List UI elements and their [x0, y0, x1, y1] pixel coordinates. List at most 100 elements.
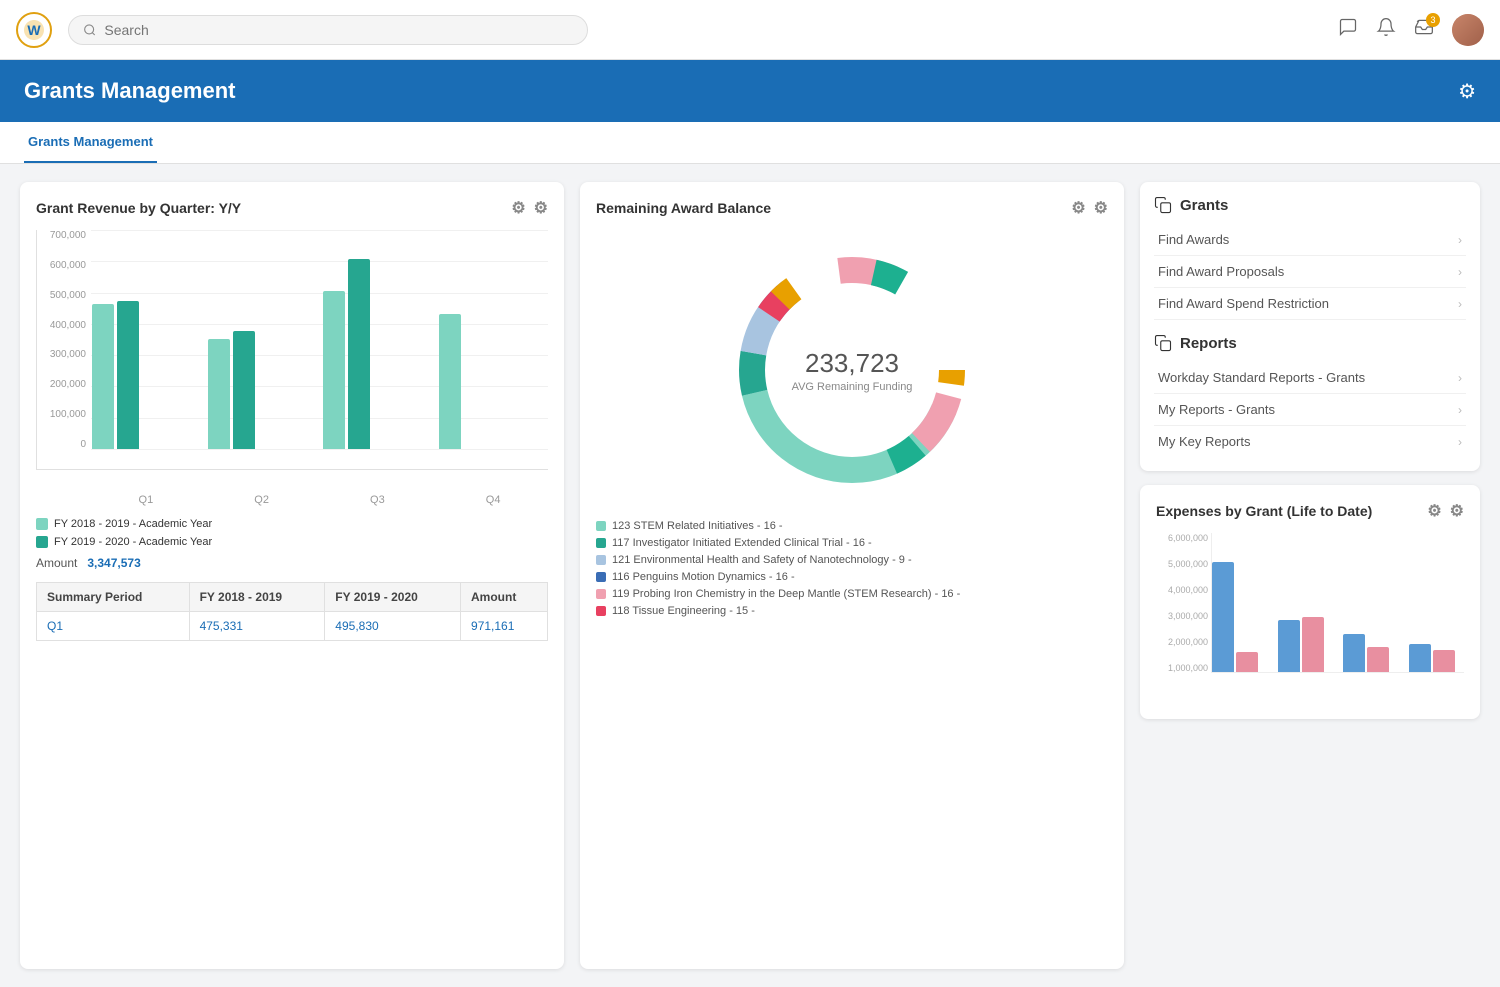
- th-fy2019: FY 2019 - 2020: [325, 583, 461, 612]
- expenses-chart: 6,000,000 5,000,000 4,000,000 3,000,000 …: [1156, 533, 1464, 703]
- right-panel: Grants Find Awards › Find Award Proposal…: [1140, 182, 1480, 969]
- nav-item-my-reports[interactable]: My Reports - Grants ›: [1154, 394, 1466, 426]
- nav-item-find-award-proposals[interactable]: Find Award Proposals ›: [1154, 256, 1466, 288]
- expenses-icons: ⚙ ⚙: [1427, 501, 1464, 521]
- x-axis-labels: Q1 Q2 Q3 Q4: [36, 494, 548, 506]
- bar-q1-dark: [117, 301, 139, 449]
- bar-chart-legend: FY 2018 - 2019 - Academic Year FY 2019 -…: [36, 518, 548, 548]
- exp-bar-2-blue: [1278, 620, 1300, 672]
- chevron-icon: ›: [1458, 233, 1462, 247]
- chevron-icon: ›: [1458, 297, 1462, 311]
- inbox-badge: 3: [1426, 13, 1440, 27]
- fy2019-q1[interactable]: 495,830: [325, 612, 461, 641]
- amount-row: Amount 3,347,573: [36, 556, 548, 570]
- donut-chart: 233,723 AVG Remaining Funding: [712, 230, 992, 510]
- expenses-title: Expenses by Grant (Life to Date): [1156, 503, 1372, 519]
- nav-item-my-key-reports[interactable]: My Key Reports ›: [1154, 426, 1466, 457]
- fy2018-q1[interactable]: 475,331: [189, 612, 325, 641]
- donut-dot-1: [596, 521, 606, 531]
- donut-legend-item-3: 121 Environmental Health and Safety of N…: [596, 554, 1108, 566]
- search-icon: [83, 23, 96, 37]
- legend-dot-2: [36, 536, 48, 548]
- legend-item-2: FY 2019 - 2020 - Academic Year: [36, 536, 548, 548]
- main-content: Grant Revenue by Quarter: Y/Y ⚙ ⚙ 700,00…: [0, 164, 1500, 987]
- donut-legend-item-6: 118 Tissue Engineering - 15 -: [596, 605, 1108, 617]
- summary-table: Summary Period FY 2018 - 2019 FY 2019 - …: [36, 582, 548, 641]
- legend-label-2: FY 2019 - 2020 - Academic Year: [54, 536, 212, 548]
- exp-bar-3-blue: [1343, 634, 1365, 672]
- chevron-icon: ›: [1458, 371, 1462, 385]
- exp-bar-group-4: [1409, 644, 1465, 672]
- chevron-icon: ›: [1458, 403, 1462, 417]
- search-input[interactable]: [104, 22, 573, 38]
- legend-item-1: FY 2018 - 2019 - Academic Year: [36, 518, 548, 530]
- exp-y-labels: 6,000,000 5,000,000 4,000,000 3,000,000 …: [1156, 533, 1208, 673]
- avatar[interactable]: [1452, 14, 1484, 46]
- donut-legend: 123 STEM Related Initiatives - 16 - 117 …: [596, 520, 1108, 617]
- bar-chart: 700,000 600,000 500,000 400,000 300,000 …: [36, 230, 548, 506]
- tab-bar: Grants Management: [0, 122, 1500, 164]
- bar-q4-light: [439, 314, 461, 449]
- header-bar: Grants Management ⚙: [0, 60, 1500, 122]
- nav-item-workday-reports[interactable]: Workday Standard Reports - Grants ›: [1154, 362, 1466, 394]
- bar-chart-card: Grant Revenue by Quarter: Y/Y ⚙ ⚙ 700,00…: [20, 182, 564, 969]
- exp-bar-group-3: [1343, 634, 1399, 672]
- donut-chart-card: Remaining Award Balance ⚙ ⚙: [580, 182, 1124, 969]
- bar-group-q2: [208, 331, 318, 449]
- nav-item-find-awards[interactable]: Find Awards ›: [1154, 224, 1466, 256]
- workday-logo: W: [16, 12, 52, 48]
- exp-bar-2-pink: [1302, 617, 1324, 672]
- donut-legend-label-6: 118 Tissue Engineering - 15 -: [612, 605, 755, 617]
- exp-bar-group-1: [1212, 562, 1268, 672]
- bar-q1-light: [92, 304, 114, 449]
- donut-legend-item-4: 116 Penguins Motion Dynamics - 16 -: [596, 571, 1108, 583]
- bar-chart-title: Grant Revenue by Quarter: Y/Y: [36, 200, 241, 216]
- chevron-icon: ›: [1458, 265, 1462, 279]
- exp-bar-4-pink: [1433, 650, 1455, 672]
- table-row: Q1 475,331 495,830 971,161: [37, 612, 548, 641]
- period-q1[interactable]: Q1: [37, 612, 190, 641]
- donut-legend-item-5: 119 Probing Iron Chemistry in the Deep M…: [596, 588, 1108, 600]
- th-fy2018: FY 2018 - 2019: [189, 583, 325, 612]
- donut-label: AVG Remaining Funding: [792, 381, 913, 393]
- page-title: Grants Management: [24, 78, 236, 104]
- bell-icon[interactable]: [1376, 17, 1396, 42]
- exp-bar-1-pink: [1236, 652, 1258, 672]
- amount-q1[interactable]: 971,161: [461, 612, 548, 641]
- settings-icon[interactable]: ⚙: [1458, 79, 1476, 104]
- donut-legend-label-3: 121 Environmental Health and Safety of N…: [612, 554, 912, 566]
- donut-chart-icons: ⚙ ⚙: [1071, 198, 1108, 218]
- donut-container: 233,723 AVG Remaining Funding: [596, 230, 1108, 510]
- donut-legend-label-2: 117 Investigator Initiated Extended Clin…: [612, 537, 872, 549]
- donut-dot-2: [596, 538, 606, 548]
- expenses-chart-header: Expenses by Grant (Life to Date) ⚙ ⚙: [1156, 501, 1464, 521]
- inbox-icon[interactable]: 3: [1414, 17, 1434, 42]
- settings2-icon[interactable]: ⚙: [534, 198, 548, 218]
- nav-item-find-award-spend[interactable]: Find Award Spend Restriction ›: [1154, 288, 1466, 320]
- donut-dot-6: [596, 606, 606, 616]
- bar-chart-header: Grant Revenue by Quarter: Y/Y ⚙ ⚙: [36, 198, 548, 218]
- search-bar[interactable]: [68, 15, 588, 45]
- reports-section-title: Reports: [1154, 334, 1466, 352]
- bar-q3-dark: [348, 259, 370, 449]
- donut-legend-label-4: 116 Penguins Motion Dynamics - 16 -: [612, 571, 795, 583]
- exp-bar-4-blue: [1409, 644, 1431, 672]
- expenses-chart-card: Expenses by Grant (Life to Date) ⚙ ⚙ 6,0…: [1140, 485, 1480, 719]
- bar-group-q3: [323, 259, 433, 449]
- tab-grants-management[interactable]: Grants Management: [24, 122, 157, 163]
- donut-settings-icon[interactable]: ⚙: [1094, 198, 1108, 218]
- donut-filter-icon[interactable]: ⚙: [1071, 198, 1085, 218]
- chat-icon[interactable]: [1338, 17, 1358, 42]
- exp-settings-icon[interactable]: ⚙: [1450, 501, 1464, 521]
- grants-section-title: Grants: [1154, 196, 1466, 214]
- bar-group-q4: [439, 314, 549, 449]
- bar-group-q1: [92, 301, 202, 449]
- chart-area: [36, 230, 548, 470]
- exp-bar-3-pink: [1367, 647, 1389, 672]
- amount-value: 3,347,573: [87, 556, 140, 570]
- donut-chart-header: Remaining Award Balance ⚙ ⚙: [596, 198, 1108, 218]
- exp-filter-icon[interactable]: ⚙: [1427, 501, 1441, 521]
- legend-dot-1: [36, 518, 48, 530]
- filter-icon[interactable]: ⚙: [511, 198, 525, 218]
- svg-text:W: W: [27, 22, 41, 38]
